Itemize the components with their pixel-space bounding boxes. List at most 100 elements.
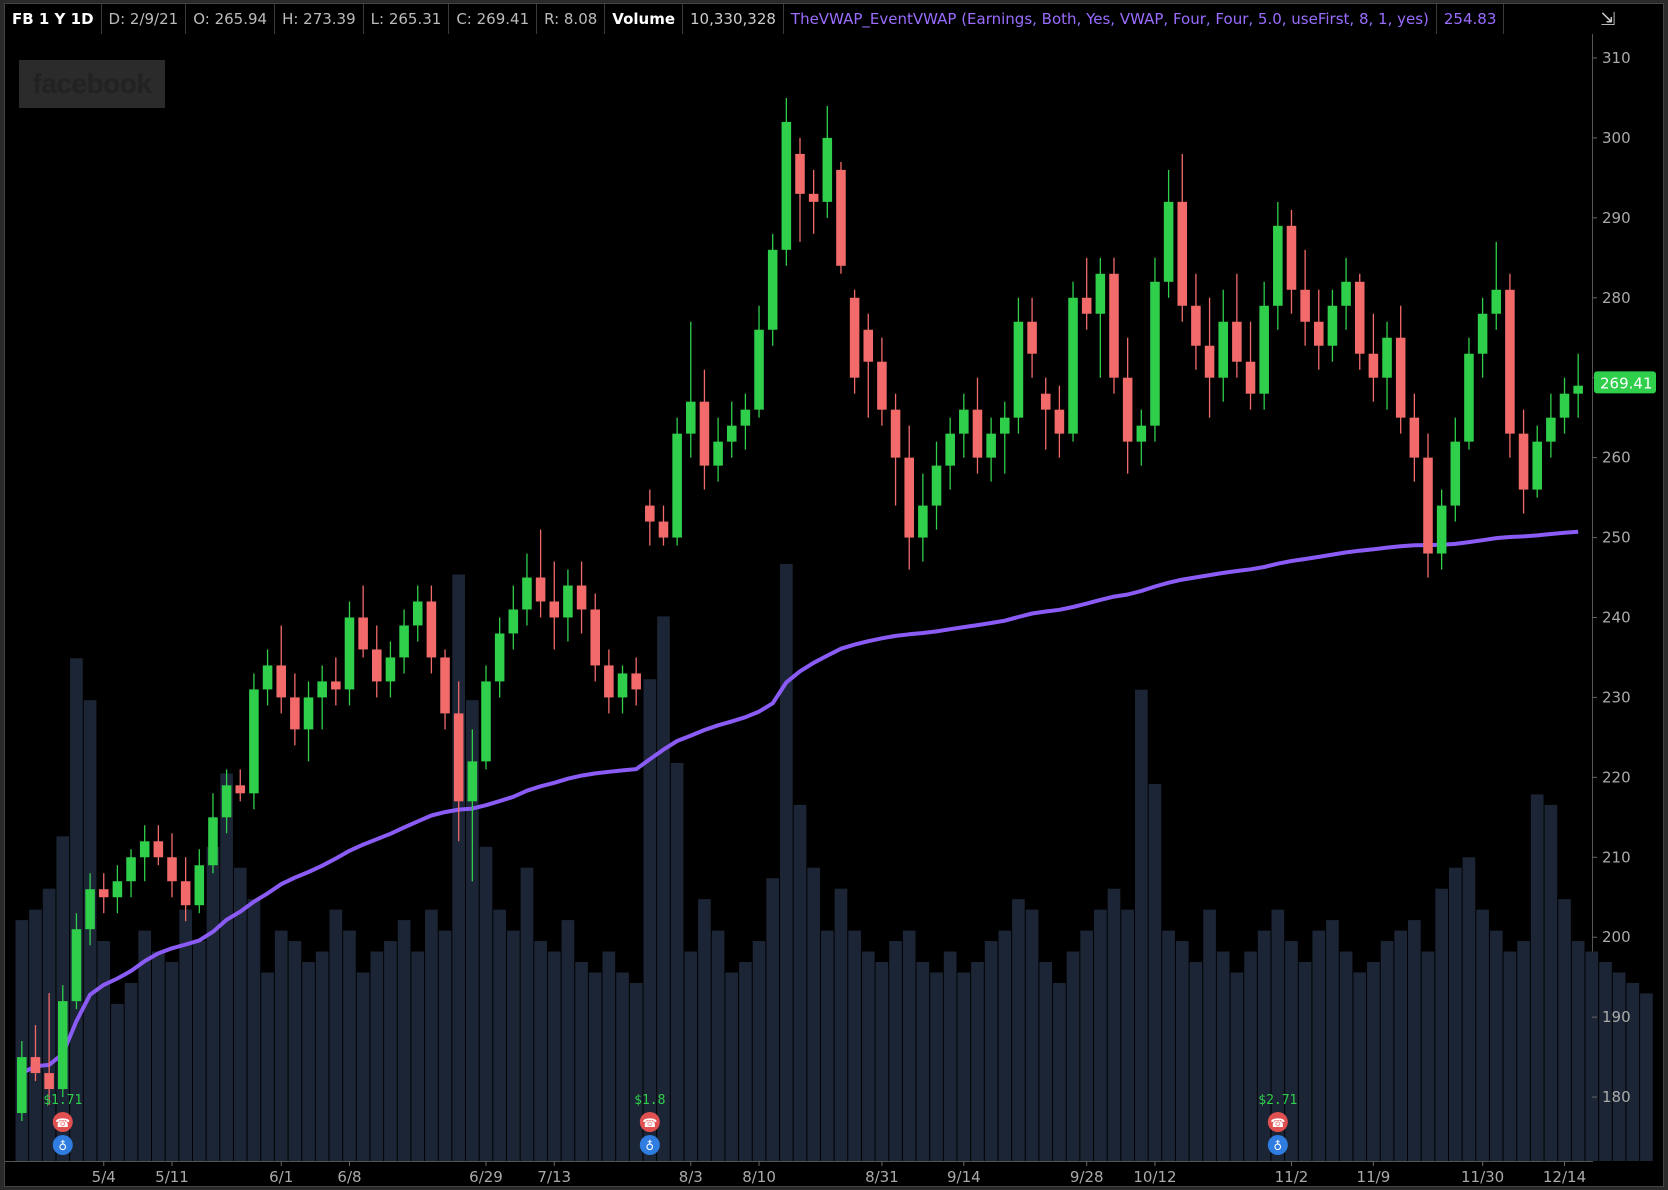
candle-body — [1191, 305, 1201, 346]
candle-body — [631, 673, 641, 690]
volume-bar — [916, 962, 930, 1161]
candle-body — [1382, 337, 1392, 378]
volume-bar — [192, 941, 206, 1161]
candle-body — [686, 401, 696, 434]
volume-bar — [547, 951, 561, 1161]
candle-body — [931, 465, 942, 506]
volume-bar — [165, 962, 179, 1161]
candle-body — [1245, 361, 1256, 394]
candle-body — [754, 329, 764, 410]
price-tick-label: 220 — [1602, 768, 1631, 786]
candle-body — [658, 521, 669, 538]
candle-body — [412, 601, 423, 626]
candle-body — [1327, 305, 1338, 346]
candle-body — [1436, 505, 1447, 554]
candle-body — [153, 841, 164, 858]
volume-bar — [1148, 783, 1162, 1161]
volume-bar — [493, 909, 506, 1161]
candle-body — [986, 433, 996, 458]
earnings-eps-label: $1.71 — [43, 1093, 82, 1108]
candle-body — [1491, 289, 1502, 314]
candle-body — [1314, 321, 1324, 346]
candle-body — [1286, 225, 1297, 290]
time-tick-label: 11/30 — [1461, 1168, 1504, 1186]
volume-bar — [1121, 909, 1134, 1161]
candle-body — [972, 409, 983, 458]
candle-body — [208, 817, 218, 866]
volume-bar — [247, 899, 261, 1161]
volume-bar — [1448, 867, 1462, 1161]
candle-body — [1109, 273, 1119, 378]
candle-body — [1040, 393, 1051, 410]
candle-body — [645, 505, 655, 522]
candle-body — [85, 889, 95, 930]
candle-body — [1163, 201, 1174, 282]
volume-bar — [670, 763, 684, 1161]
candle-body — [1177, 201, 1188, 306]
candle-body — [508, 609, 519, 634]
candle-body — [1081, 297, 1092, 314]
candle-body — [836, 169, 846, 266]
price-tick-label: 310 — [1602, 49, 1631, 67]
candle-body — [522, 577, 532, 610]
candle-body — [1068, 297, 1078, 434]
candle-body — [494, 633, 505, 682]
volume-bar — [274, 930, 288, 1161]
price-tick-label: 280 — [1602, 289, 1631, 307]
chart-window: FB 1 Y 1D D: 2/9/21 O: 265.94 H: 273.39 … — [4, 3, 1664, 1187]
volume-bar — [739, 962, 752, 1161]
volume-bar — [943, 951, 957, 1161]
volume-bar — [1571, 941, 1585, 1161]
volume-bar — [1189, 962, 1203, 1161]
volume-bar — [1094, 909, 1107, 1161]
volume-bar — [1162, 930, 1175, 1161]
candle-body — [549, 601, 560, 618]
candle-body — [1409, 417, 1420, 458]
candle-body — [1095, 273, 1106, 314]
last-price-label: 269.41 — [1600, 374, 1653, 392]
candle-body — [358, 617, 368, 650]
time-tick-label: 12/14 — [1543, 1168, 1586, 1186]
candle-body — [1000, 417, 1010, 434]
candle-body — [1518, 433, 1529, 490]
price-chart[interactable]: 1801902002102202302402502602702802903003… — [5, 4, 1663, 1186]
candle-body — [249, 689, 259, 794]
candle-body — [1505, 289, 1515, 434]
lightbulb-glyph: ♁ — [645, 1139, 654, 1153]
candle-body — [235, 785, 246, 794]
time-tick-label: 8/10 — [742, 1168, 776, 1186]
time-tick-label: 8/3 — [679, 1168, 703, 1186]
candle-body — [440, 657, 450, 714]
volume-bar — [506, 930, 520, 1161]
candle-body — [453, 713, 464, 802]
candle-body — [1218, 321, 1228, 378]
volume-bar — [1530, 794, 1544, 1161]
candle-body — [1368, 353, 1379, 378]
time-tick-label: 9/14 — [947, 1168, 981, 1186]
candle-body — [317, 681, 327, 698]
candle-body — [194, 865, 205, 906]
volume-bar — [1298, 962, 1312, 1161]
candle-body — [1559, 393, 1570, 418]
volume-bar — [930, 972, 943, 1161]
volume-bar — [1339, 951, 1353, 1161]
candle-body — [1477, 313, 1488, 354]
time-tick-label: 11/9 — [1357, 1168, 1391, 1186]
candle-body — [563, 585, 573, 618]
volume-bar — [889, 941, 902, 1161]
volume-bar — [1380, 941, 1394, 1161]
volume-bar — [575, 962, 588, 1161]
candle-body — [372, 649, 382, 682]
volume-bar — [70, 658, 83, 1161]
volume-bar — [329, 909, 343, 1161]
candle-body — [1450, 441, 1461, 506]
volume-bar — [288, 941, 302, 1161]
volume-bar — [479, 846, 493, 1161]
volume-bar — [711, 930, 725, 1161]
volume-bar — [1285, 941, 1298, 1161]
candle-body — [904, 457, 914, 538]
volume-bar — [616, 972, 629, 1161]
candle-body — [1027, 321, 1037, 354]
candle-body — [303, 697, 314, 730]
earnings-eps-label: $1.8 — [634, 1093, 665, 1108]
